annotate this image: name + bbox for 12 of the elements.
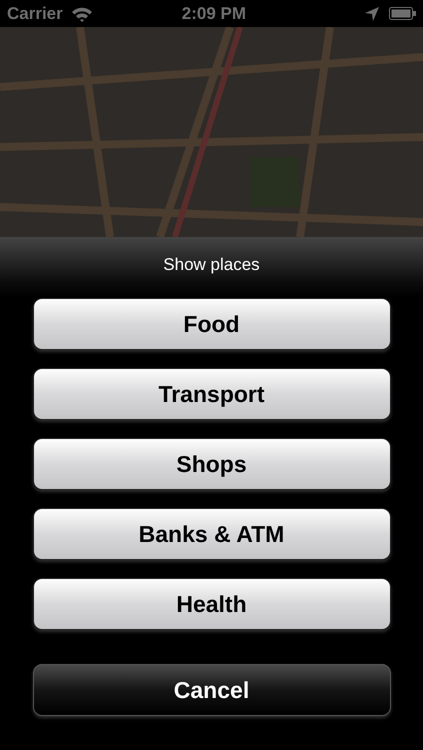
location-arrow-icon (365, 6, 379, 20)
action-button[interactable]: Food (32, 298, 390, 350)
status-time: 2:09 PM (180, 4, 247, 24)
sheet-title: Show places (163, 255, 260, 276)
action-button[interactable]: Shops (32, 438, 390, 490)
action-button[interactable]: Health (32, 578, 390, 630)
battery-icon (389, 7, 416, 20)
wifi-icon (70, 6, 93, 22)
action-button[interactable]: Transport (32, 368, 390, 420)
action-button[interactable]: Banks & ATM (32, 508, 390, 560)
carrier-name: Carrier (7, 4, 63, 24)
action-button[interactable]: Cancel (32, 664, 390, 716)
